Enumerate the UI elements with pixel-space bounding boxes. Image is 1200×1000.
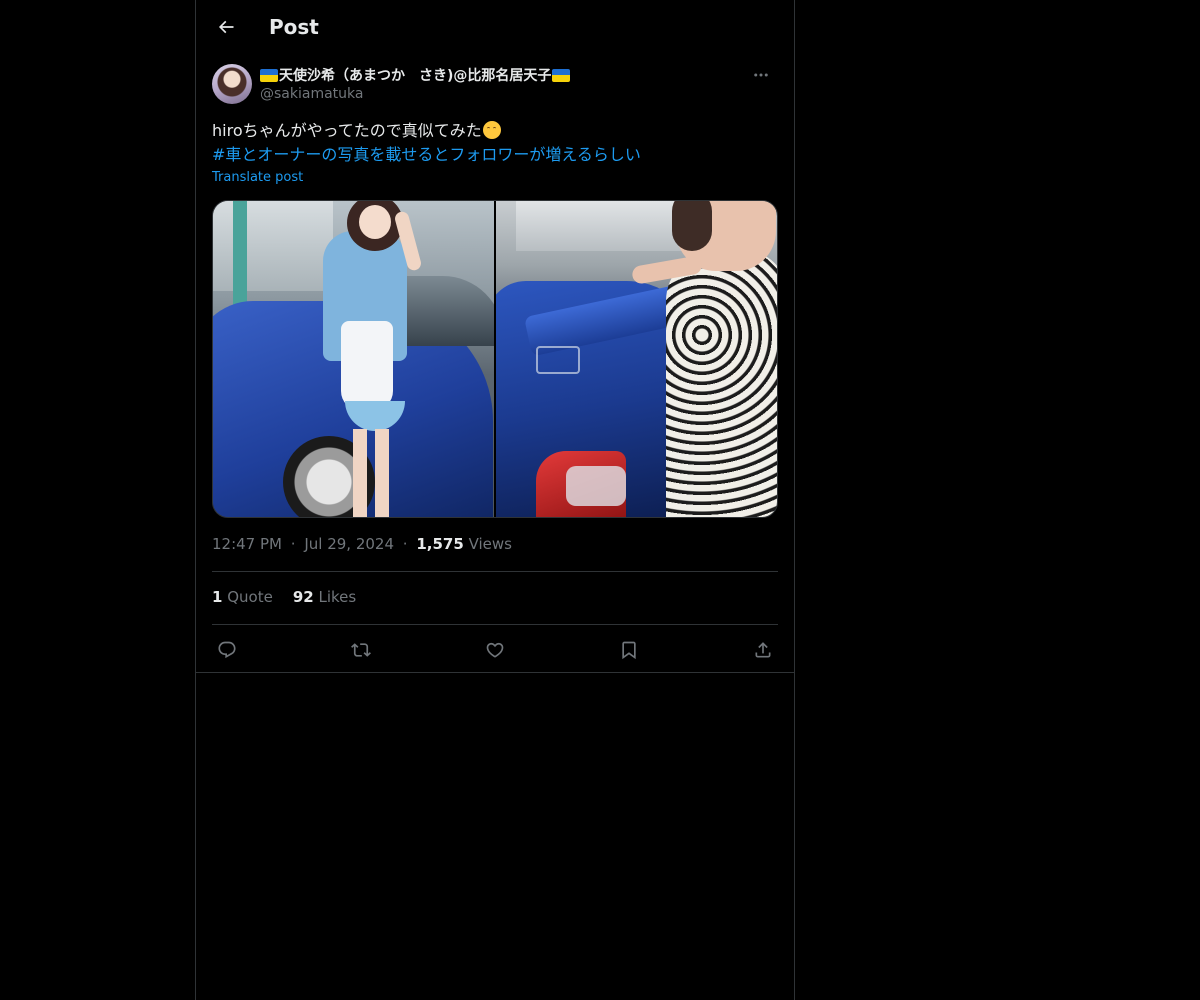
author-name-row[interactable]: 天使沙希（あまつか さき)@比那名居天子	[260, 65, 571, 85]
likes-count: 92	[292, 588, 314, 606]
post-date[interactable]: Jul 29, 2024	[304, 535, 394, 553]
more-icon	[754, 73, 768, 77]
photo-woman-with-car-spoiler[interactable]	[496, 201, 777, 517]
divider	[212, 624, 778, 625]
bookmark-icon	[622, 641, 636, 660]
share-icon	[755, 642, 771, 658]
hashtag-link[interactable]: #車とオーナーの写真を載せるとフォロワーが増えるらしい	[212, 143, 641, 167]
likes-label: Likes	[318, 588, 357, 606]
primary-column: Post 天使沙希（あまつか さき)@比那名居天子 @sakiamatuka h…	[195, 0, 795, 1000]
author-display-name[interactable]: 天使沙希（あまつか さき)@比那名居天子	[279, 65, 551, 85]
likes-stat[interactable]: 92 Likes	[293, 588, 356, 606]
post-meta: 12:47 PM · Jul 29, 2024 · 1,575 Views	[212, 535, 512, 553]
engagement-stats: 1 Quote 92 Likes	[212, 588, 356, 606]
media-grid	[212, 200, 778, 518]
reply-button[interactable]	[212, 635, 242, 665]
reply-icon	[218, 641, 236, 659]
repost-icon	[351, 643, 371, 657]
meta-separator: ·	[290, 535, 296, 553]
views-label: Views	[468, 535, 512, 553]
post-text-body: hiroちゃんがやってたので真似てみた	[212, 121, 482, 140]
repost-button[interactable]	[346, 635, 376, 665]
back-button[interactable]	[208, 9, 244, 45]
page-title: Post	[269, 15, 319, 39]
ukraine-flag-icon	[552, 68, 571, 82]
divider	[196, 672, 794, 673]
views-count: 1,575	[416, 535, 464, 553]
top-bar: Post	[196, 0, 794, 53]
post-text: hiroちゃんがやってたので真似てみた	[212, 119, 501, 143]
avatar[interactable]	[212, 64, 252, 104]
post-time[interactable]: 12:47 PM	[212, 535, 282, 553]
arrow-left-icon	[218, 20, 234, 34]
author-handle[interactable]: @sakiamatuka	[260, 86, 363, 102]
hugging-face-emoji-icon	[482, 121, 501, 139]
more-options-button[interactable]	[744, 64, 778, 86]
ukraine-flag-icon	[260, 68, 278, 82]
share-button[interactable]	[748, 635, 778, 665]
divider	[212, 571, 778, 572]
quotes-stat[interactable]: 1 Quote	[212, 588, 273, 606]
meta-separator: ·	[402, 535, 408, 553]
like-icon	[486, 642, 504, 658]
quote-label: Quote	[227, 588, 273, 606]
translate-post-link[interactable]: Translate post	[212, 170, 303, 185]
like-button[interactable]	[480, 635, 510, 665]
photo-maid-with-car[interactable]	[213, 201, 494, 517]
bookmark-button[interactable]	[614, 635, 644, 665]
quote-count: 1	[212, 588, 223, 606]
action-bar	[212, 634, 778, 666]
